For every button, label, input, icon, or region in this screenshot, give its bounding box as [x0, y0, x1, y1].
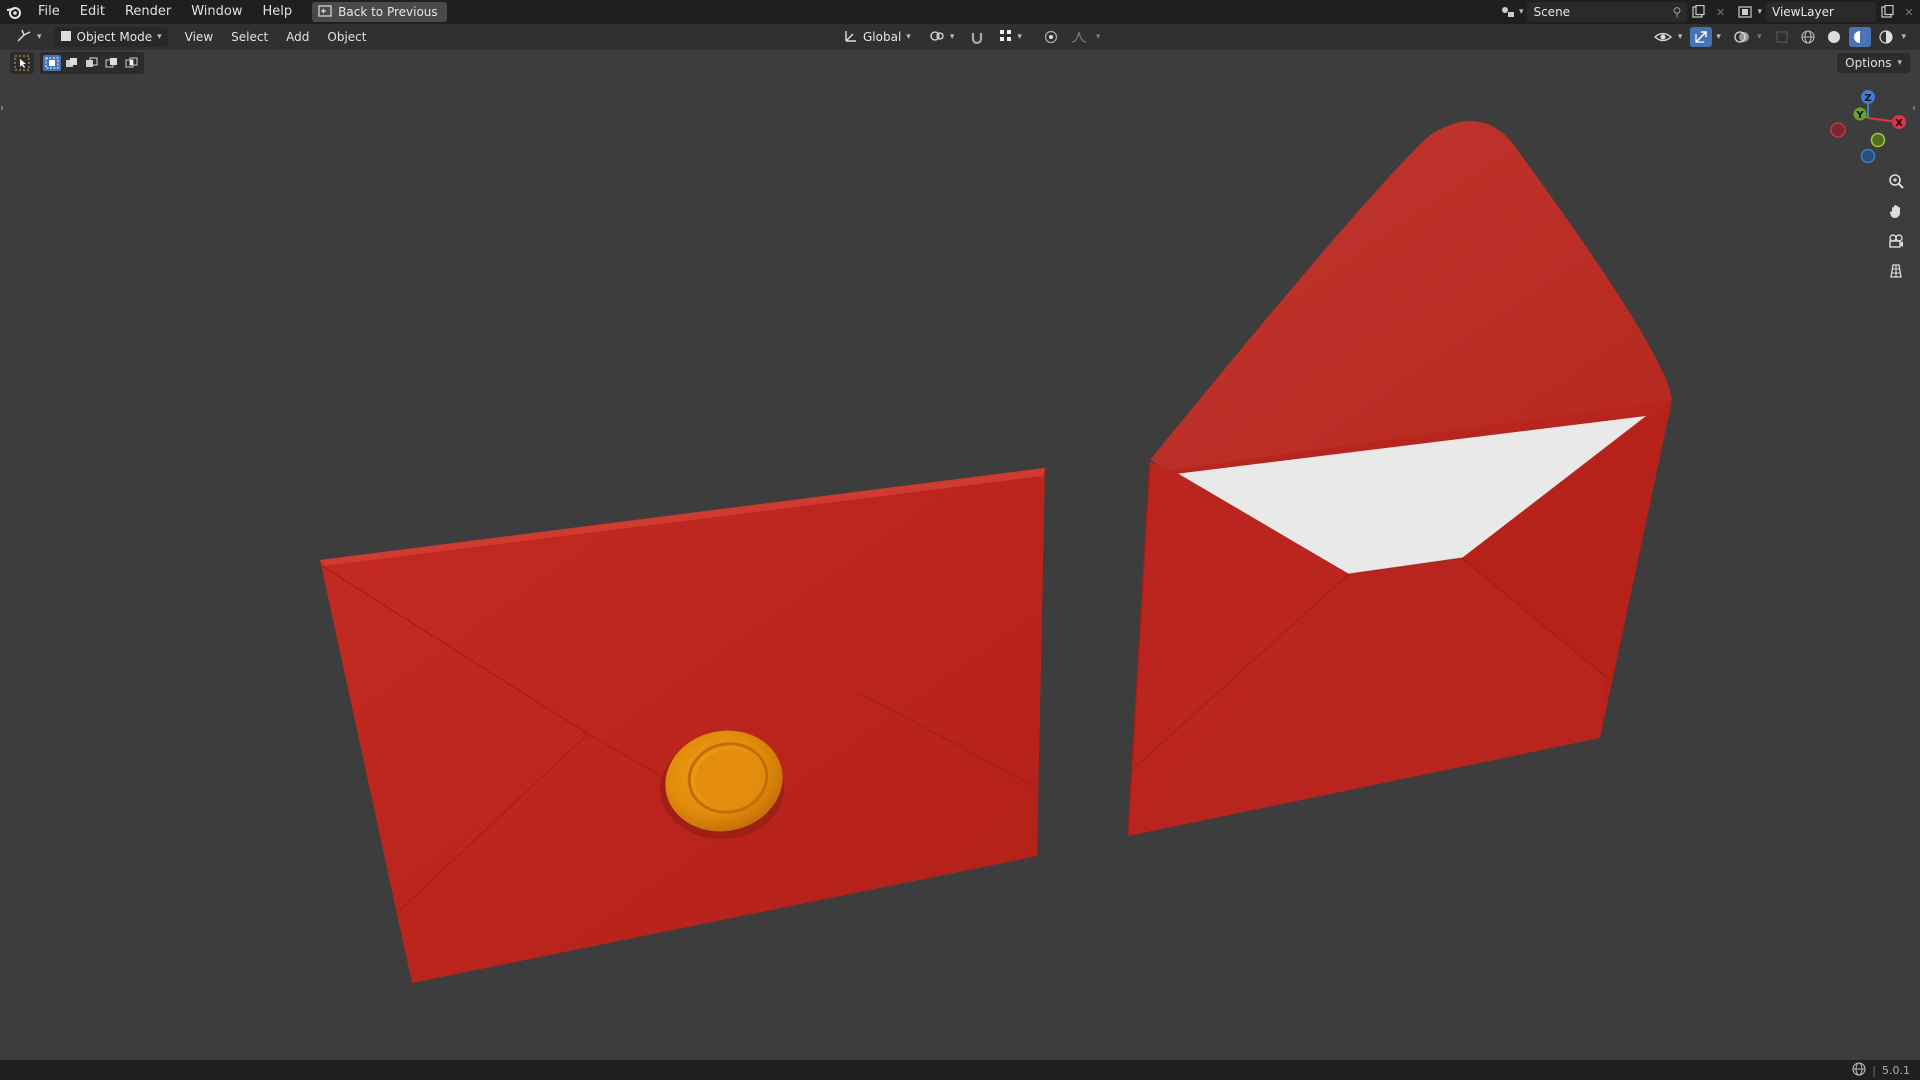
menu-file[interactable]: File: [28, 0, 70, 24]
shading-caret-icon[interactable]: ▾: [1901, 32, 1906, 42]
close-view-layer-icon[interactable]: ✕: [1898, 2, 1920, 22]
editor-type-icon: [16, 29, 32, 46]
rendered-icon[interactable]: [1875, 27, 1897, 47]
header-menu-select[interactable]: Select: [222, 24, 277, 50]
scene-name: Scene: [1533, 5, 1571, 19]
visibility-caret-icon[interactable]: ▾: [1678, 32, 1683, 42]
navigation-gizmo[interactable]: Z Y X: [1820, 86, 1910, 166]
gizmo-neg-x-axis[interactable]: [1830, 122, 1846, 138]
new-scene-icon[interactable]: [1687, 2, 1709, 22]
material-preview-icon[interactable]: [1849, 27, 1872, 47]
view-layer-icon[interactable]: [1735, 2, 1757, 22]
open-envelope[interactable]: [1127, 121, 1672, 837]
gizmo-z-axis[interactable]: Z: [1861, 90, 1875, 104]
camera-view-icon[interactable]: [1883, 228, 1909, 254]
header-menu-object[interactable]: Object: [318, 24, 375, 50]
new-view-layer-icon[interactable]: [1876, 2, 1898, 22]
gizmo-caret-icon[interactable]: ▾: [1716, 32, 1721, 42]
gizmo-neg-y-axis[interactable]: [1870, 132, 1886, 148]
object-mode-icon: [60, 30, 72, 45]
falloff-icon[interactable]: [1068, 27, 1090, 47]
overlay-icon[interactable]: [1731, 27, 1753, 47]
overlay-caret-icon[interactable]: ▾: [1757, 32, 1762, 42]
object-mode-dropdown[interactable]: Object Mode ▾: [53, 27, 168, 47]
back-to-previous-button[interactable]: Back to Previous: [312, 2, 447, 22]
gizmo-x-label: X: [1895, 118, 1903, 129]
gizmo-icon[interactable]: [1690, 27, 1713, 47]
visibility-icon[interactable]: [1652, 27, 1674, 47]
status-bar: | 5.0.1: [0, 1060, 1920, 1080]
globe-icon[interactable]: [1852, 1061, 1866, 1079]
view-layer-selector[interactable]: ViewLayer: [1766, 2, 1876, 22]
pan-hand-icon[interactable]: [1883, 198, 1909, 224]
solid-icon[interactable]: [1823, 27, 1845, 47]
3d-viewport[interactable]: [0, 50, 1920, 1060]
snap-target-caret-icon: ▾: [1017, 32, 1022, 42]
zoom-icon[interactable]: [1883, 168, 1909, 194]
snap-target-dropdown[interactable]: ▾: [994, 27, 1028, 47]
object-mode-label: Object Mode: [76, 30, 153, 44]
header-menu-add[interactable]: Add: [277, 24, 318, 50]
view-layer-name: ViewLayer: [1772, 5, 1834, 19]
shading-tools: ▾ ▾ ▾ ▾: [1652, 27, 1906, 47]
status-separator: |: [1872, 1063, 1876, 1077]
pivot-point-dropdown[interactable]: ▾: [923, 27, 961, 47]
snap-icon[interactable]: [966, 27, 988, 47]
editor-type-caret-icon: ▾: [37, 32, 42, 42]
scene-icon[interactable]: [1497, 2, 1519, 22]
scene-dropdown-caret-icon[interactable]: ▾: [1519, 7, 1524, 17]
grid-view-icon[interactable]: [1883, 258, 1909, 284]
version-label: 5.0.1: [1882, 1063, 1910, 1077]
orientation-icon: [844, 29, 858, 46]
orientation-label: Global: [863, 30, 902, 44]
top-bar: File Edit Render Window Help Back to Pre…: [0, 0, 1920, 24]
scene-selector[interactable]: Scene ⚲: [1527, 2, 1688, 22]
back-to-previous-label: Back to Previous: [338, 5, 438, 19]
editor-type-selector[interactable]: ▾: [10, 27, 48, 47]
close-icon[interactable]: ✕: [1709, 2, 1731, 22]
snap-target-icon: [1000, 29, 1012, 45]
back-icon: [318, 4, 332, 20]
orientation-caret-icon: ▾: [906, 32, 911, 42]
pivot-caret-icon: ▾: [949, 32, 955, 42]
transform-orientation-dropdown[interactable]: Global ▾: [838, 27, 917, 47]
header-menu-view[interactable]: View: [176, 24, 222, 50]
proportional-icon[interactable]: [1040, 27, 1062, 47]
gizmo-z-label: Z: [1864, 93, 1871, 104]
gizmo-y-label: Y: [1855, 110, 1864, 121]
falloff-caret-icon[interactable]: ▾: [1096, 32, 1101, 42]
object-mode-caret-icon: ▾: [157, 32, 162, 42]
viewport-header: ▾ Object Mode ▾ View Select Add Object G…: [0, 24, 1920, 50]
view-layer-dropdown-caret-icon[interactable]: ▾: [1757, 7, 1762, 17]
xray-icon[interactable]: [1771, 27, 1793, 47]
transform-tools: Global ▾ ▾ ▾ ▾: [838, 27, 1100, 47]
menu-help[interactable]: Help: [253, 0, 303, 24]
top-right-controls: ▾ Scene ⚲ ✕ ▾ ViewLayer ✕: [1497, 0, 1920, 24]
menu-render[interactable]: Render: [115, 0, 181, 24]
blender-logo-icon[interactable]: [0, 0, 28, 24]
menu-edit[interactable]: Edit: [70, 0, 115, 24]
pin-icon[interactable]: ⚲: [1673, 5, 1682, 19]
gizmo-x-axis[interactable]: X: [1892, 115, 1906, 129]
pivot-icon: [929, 29, 945, 46]
closed-envelope[interactable]: [320, 468, 1045, 983]
gizmo-neg-z-axis[interactable]: [1860, 148, 1876, 164]
wireframe-icon[interactable]: [1797, 27, 1819, 47]
menu-window[interactable]: Window: [181, 0, 252, 24]
gizmo-y-axis[interactable]: Y: [1853, 107, 1867, 122]
